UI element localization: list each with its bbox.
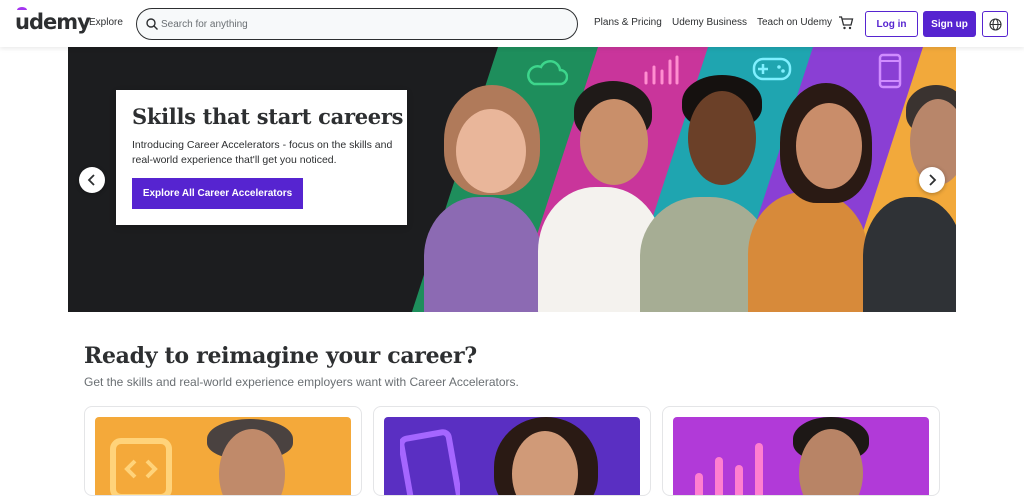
card-2-image <box>384 417 640 495</box>
phone-icon <box>878 53 902 89</box>
udemy-business-link[interactable]: Udemy Business <box>672 17 747 28</box>
explore-link[interactable]: Explore <box>89 17 123 28</box>
phone-icon <box>400 429 460 495</box>
gamepad-icon <box>752 57 792 81</box>
search-icon[interactable] <box>145 17 159 31</box>
teach-link[interactable]: Teach on Udemy <box>757 17 832 28</box>
language-button[interactable] <box>982 11 1008 37</box>
chart-icon <box>644 55 679 85</box>
hero-title: Skills that start careers <box>132 104 404 129</box>
logo-text: udemy <box>15 10 91 34</box>
login-button[interactable]: Log in <box>865 11 918 37</box>
hero-description: Introducing Career Accelerators - focus … <box>132 139 393 166</box>
chart-icon <box>695 443 763 495</box>
cloud-icon <box>527 60 568 86</box>
globe-icon <box>989 18 1002 31</box>
search-bar[interactable] <box>136 8 578 40</box>
career-card-1[interactable] <box>84 406 362 496</box>
signup-button[interactable]: Sign up <box>923 11 976 37</box>
code-icon <box>110 438 172 495</box>
carousel-prev-button[interactable] <box>79 167 105 193</box>
logo-hat-mark <box>17 7 27 13</box>
search-input[interactable] <box>161 16 561 33</box>
section-title: Ready to reimagine your career? <box>84 343 477 369</box>
explore-career-accelerators-button[interactable]: Explore All Career Accelerators <box>132 178 303 209</box>
cart-icon[interactable] <box>838 15 854 31</box>
card-3-image <box>673 417 929 495</box>
career-card-2[interactable] <box>373 406 651 496</box>
top-header: udemy Explore Plans & Pricing Udemy Busi… <box>0 0 1024 47</box>
hero-card: Skills that start careers Introducing Ca… <box>116 90 407 225</box>
chevron-left-icon <box>87 174 95 186</box>
plans-pricing-link[interactable]: Plans & Pricing <box>594 17 662 28</box>
carousel-next-button[interactable] <box>919 167 945 193</box>
chevron-right-icon <box>929 174 937 186</box>
card-1-image <box>95 417 351 495</box>
career-card-3[interactable] <box>662 406 940 496</box>
section-subtitle: Get the skills and real-world experience… <box>84 375 519 389</box>
hero-banner: Skills that start careers Introducing Ca… <box>68 47 956 312</box>
udemy-logo[interactable]: udemy <box>15 7 91 34</box>
